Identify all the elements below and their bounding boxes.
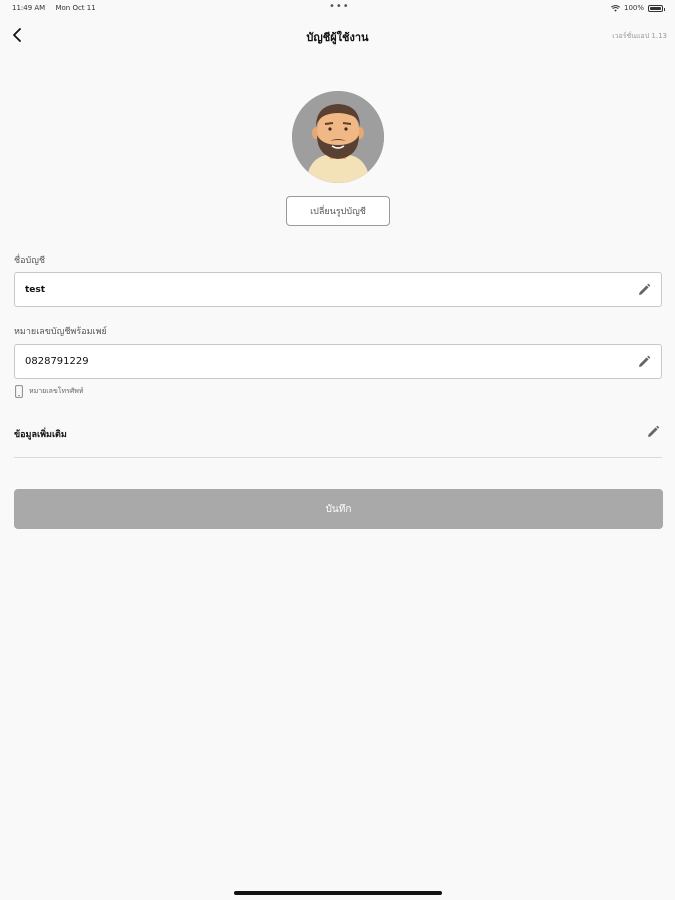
additional-info-row[interactable]: ข้อมูลเพิ่มเติม [14,420,662,458]
additional-info-label: ข้อมูลเพิ่มเติม [14,430,67,440]
pencil-icon[interactable] [637,355,651,369]
battery-icon [648,4,665,12]
mobile-phone-icon [15,385,23,398]
change-photo-button[interactable]: เปลี่ยนรูปบัญชี [286,196,390,226]
status-date: Mon Oct 11 [55,4,96,12]
account-name-field[interactable]: test [14,272,662,307]
avatar-illustration [292,91,384,183]
wifi-icon [611,4,620,12]
phone-hint-text: หมายเลขโทรศัพท์ [29,387,84,395]
promptpay-field[interactable]: 0828791229 [14,344,662,379]
account-name-value: test [25,284,46,295]
status-right: 100% [611,4,665,12]
account-name-label: ชื่อบัญชี [14,256,46,266]
avatar [292,91,384,183]
save-button[interactable]: บันทึก [14,489,663,529]
app-version: เวอร์ชั่นแอป 1.13 [612,32,667,40]
home-indicator [234,891,442,895]
nav-bar: บัญชีผู้ใช้งาน เวอร์ชั่นแอป 1.13 [0,20,675,50]
status-left: 11:49 AM Mon Oct 11 [12,4,104,12]
pencil-icon[interactable] [646,425,660,439]
multitasking-dots[interactable]: ••• [329,1,350,12]
battery-percent: 100% [623,4,644,12]
status-bar: 11:49 AM Mon Oct 11 ••• 100% [0,0,675,16]
phone-hint: หมายเลขโทรศัพท์ [15,385,84,398]
status-time: 11:49 AM [12,4,46,12]
pencil-icon[interactable] [637,283,651,297]
page-title: บัญชีผู้ใช้งาน [306,31,369,44]
promptpay-value: 0828791229 [25,356,89,367]
promptpay-label: หมายเลขบัญชีพร้อมเพย์ [14,327,107,337]
